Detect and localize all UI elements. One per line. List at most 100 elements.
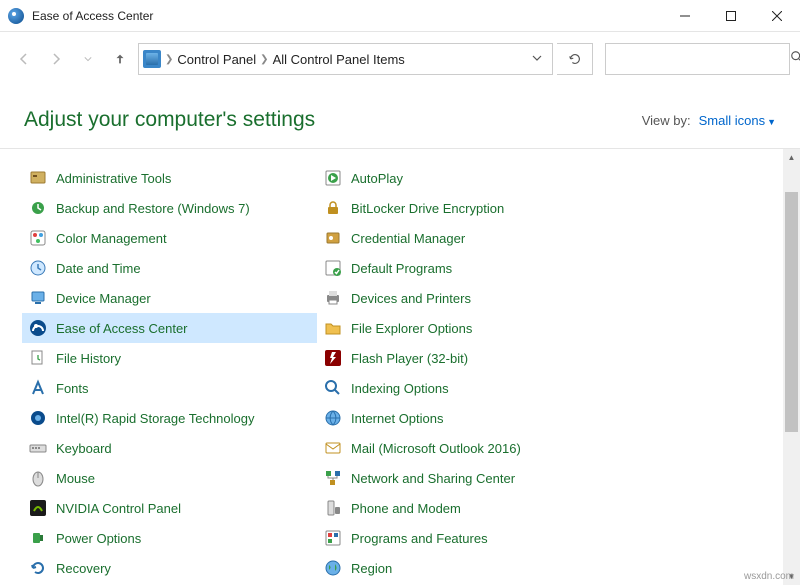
item-label: Intel(R) Rapid Storage Technology bbox=[56, 411, 255, 426]
vertical-scrollbar[interactable]: ▲ ▼ bbox=[783, 149, 800, 585]
view-by-label: View by: bbox=[642, 113, 691, 128]
control-panel-item[interactable]: Power Options bbox=[22, 523, 317, 553]
column-1: Administrative Tools Backup and Restore (… bbox=[22, 163, 317, 583]
clock-icon bbox=[28, 258, 48, 278]
refresh-button[interactable] bbox=[557, 43, 593, 75]
item-label: Backup and Restore (Windows 7) bbox=[56, 201, 250, 216]
item-label: Internet Options bbox=[351, 411, 444, 426]
up-button[interactable] bbox=[106, 45, 134, 73]
control-panel-item[interactable]: Backup and Restore (Windows 7) bbox=[22, 193, 317, 223]
item-label: Indexing Options bbox=[351, 381, 449, 396]
breadcrumb-item[interactable]: All Control Panel Items bbox=[273, 52, 405, 67]
network-icon bbox=[323, 468, 343, 488]
control-panel-item[interactable]: BitLocker Drive Encryption bbox=[317, 193, 612, 223]
control-panel-item[interactable]: Ease of Access Center bbox=[22, 313, 317, 343]
item-label: Color Management bbox=[56, 231, 167, 246]
filehistory-icon bbox=[28, 348, 48, 368]
breadcrumb-item[interactable]: Control Panel bbox=[177, 52, 256, 67]
autoplay-icon bbox=[323, 168, 343, 188]
folder-icon bbox=[323, 318, 343, 338]
item-label: Date and Time bbox=[56, 261, 141, 276]
items-grid: Administrative Tools Backup and Restore (… bbox=[0, 149, 800, 583]
item-label: NVIDIA Control Panel bbox=[56, 501, 181, 516]
minimize-button[interactable] bbox=[662, 0, 708, 31]
control-panel-item[interactable]: Programs and Features bbox=[317, 523, 612, 553]
control-panel-item[interactable]: Flash Player (32-bit) bbox=[317, 343, 612, 373]
fonts-icon bbox=[28, 378, 48, 398]
item-label: Recovery bbox=[56, 561, 111, 576]
ease-of-access-app-icon bbox=[8, 8, 24, 24]
control-panel-item[interactable]: Recovery bbox=[22, 553, 317, 583]
control-panel-item[interactable]: Indexing Options bbox=[317, 373, 612, 403]
color-icon bbox=[28, 228, 48, 248]
intel-icon bbox=[28, 408, 48, 428]
control-panel-item[interactable]: Administrative Tools bbox=[22, 163, 317, 193]
view-by-selector[interactable]: Small icons▼ bbox=[699, 113, 776, 128]
control-panel-item[interactable]: File History bbox=[22, 343, 317, 373]
item-label: Mouse bbox=[56, 471, 95, 486]
indexing-icon bbox=[323, 378, 343, 398]
programs-icon bbox=[323, 528, 343, 548]
item-label: Fonts bbox=[56, 381, 89, 396]
content-area: Administrative Tools Backup and Restore (… bbox=[0, 149, 800, 585]
item-label: Region bbox=[351, 561, 392, 576]
bitlocker-icon bbox=[323, 198, 343, 218]
scroll-thumb[interactable] bbox=[785, 192, 798, 432]
scroll-up-button[interactable]: ▲ bbox=[783, 149, 800, 166]
control-panel-item[interactable]: Device Manager bbox=[22, 283, 317, 313]
control-panel-item[interactable]: Region bbox=[317, 553, 612, 583]
window-title: Ease of Access Center bbox=[32, 9, 662, 23]
close-button[interactable] bbox=[754, 0, 800, 31]
maximize-button[interactable] bbox=[708, 0, 754, 31]
address-bar[interactable]: ❯ Control Panel ❯ All Control Panel Item… bbox=[138, 43, 553, 75]
item-label: Ease of Access Center bbox=[56, 321, 188, 336]
control-panel-item[interactable]: Internet Options bbox=[317, 403, 612, 433]
printer-icon bbox=[323, 288, 343, 308]
control-panel-item[interactable]: Phone and Modem bbox=[317, 493, 612, 523]
watermark: wsxdn.com bbox=[744, 571, 794, 582]
chevron-right-icon[interactable]: ❯ bbox=[260, 54, 268, 65]
item-label: Programs and Features bbox=[351, 531, 488, 546]
control-panel-item[interactable]: Default Programs bbox=[317, 253, 612, 283]
address-dropdown[interactable] bbox=[526, 50, 548, 68]
control-panel-item[interactable]: Color Management bbox=[22, 223, 317, 253]
recovery-icon bbox=[28, 558, 48, 578]
control-panel-item[interactable]: AutoPlay bbox=[317, 163, 612, 193]
item-label: Default Programs bbox=[351, 261, 452, 276]
search-box[interactable] bbox=[605, 43, 790, 75]
window-buttons bbox=[662, 0, 800, 31]
titlebar: Ease of Access Center bbox=[0, 0, 800, 32]
control-panel-item[interactable]: Date and Time bbox=[22, 253, 317, 283]
recent-dropdown[interactable] bbox=[74, 45, 102, 73]
credential-icon bbox=[323, 228, 343, 248]
item-label: File History bbox=[56, 351, 121, 366]
mail-icon bbox=[323, 438, 343, 458]
control-panel-item[interactable]: NVIDIA Control Panel bbox=[22, 493, 317, 523]
control-panel-item[interactable]: Devices and Printers bbox=[317, 283, 612, 313]
region-icon bbox=[323, 558, 343, 578]
forward-button[interactable] bbox=[42, 45, 70, 73]
control-panel-item[interactable]: Network and Sharing Center bbox=[317, 463, 612, 493]
control-panel-item[interactable]: Keyboard bbox=[22, 433, 317, 463]
item-label: Credential Manager bbox=[351, 231, 465, 246]
back-button[interactable] bbox=[10, 45, 38, 73]
control-panel-item[interactable]: Mouse bbox=[22, 463, 317, 493]
search-icon[interactable] bbox=[790, 50, 800, 69]
search-input[interactable] bbox=[614, 52, 790, 67]
tools-icon bbox=[28, 168, 48, 188]
control-panel-item[interactable]: Credential Manager bbox=[317, 223, 612, 253]
scroll-track[interactable] bbox=[783, 166, 800, 568]
control-panel-item[interactable]: Fonts bbox=[22, 373, 317, 403]
control-panel-item[interactable]: File Explorer Options bbox=[317, 313, 612, 343]
item-label: Mail (Microsoft Outlook 2016) bbox=[351, 441, 521, 456]
ease-icon bbox=[28, 318, 48, 338]
item-label: Device Manager bbox=[56, 291, 151, 306]
phone-icon bbox=[323, 498, 343, 518]
internet-icon bbox=[323, 408, 343, 428]
flash-icon bbox=[323, 348, 343, 368]
control-panel-item[interactable]: Mail (Microsoft Outlook 2016) bbox=[317, 433, 612, 463]
keyboard-icon bbox=[28, 438, 48, 458]
chevron-right-icon[interactable]: ❯ bbox=[165, 54, 173, 65]
control-panel-item[interactable]: Intel(R) Rapid Storage Technology bbox=[22, 403, 317, 433]
item-label: Power Options bbox=[56, 531, 141, 546]
